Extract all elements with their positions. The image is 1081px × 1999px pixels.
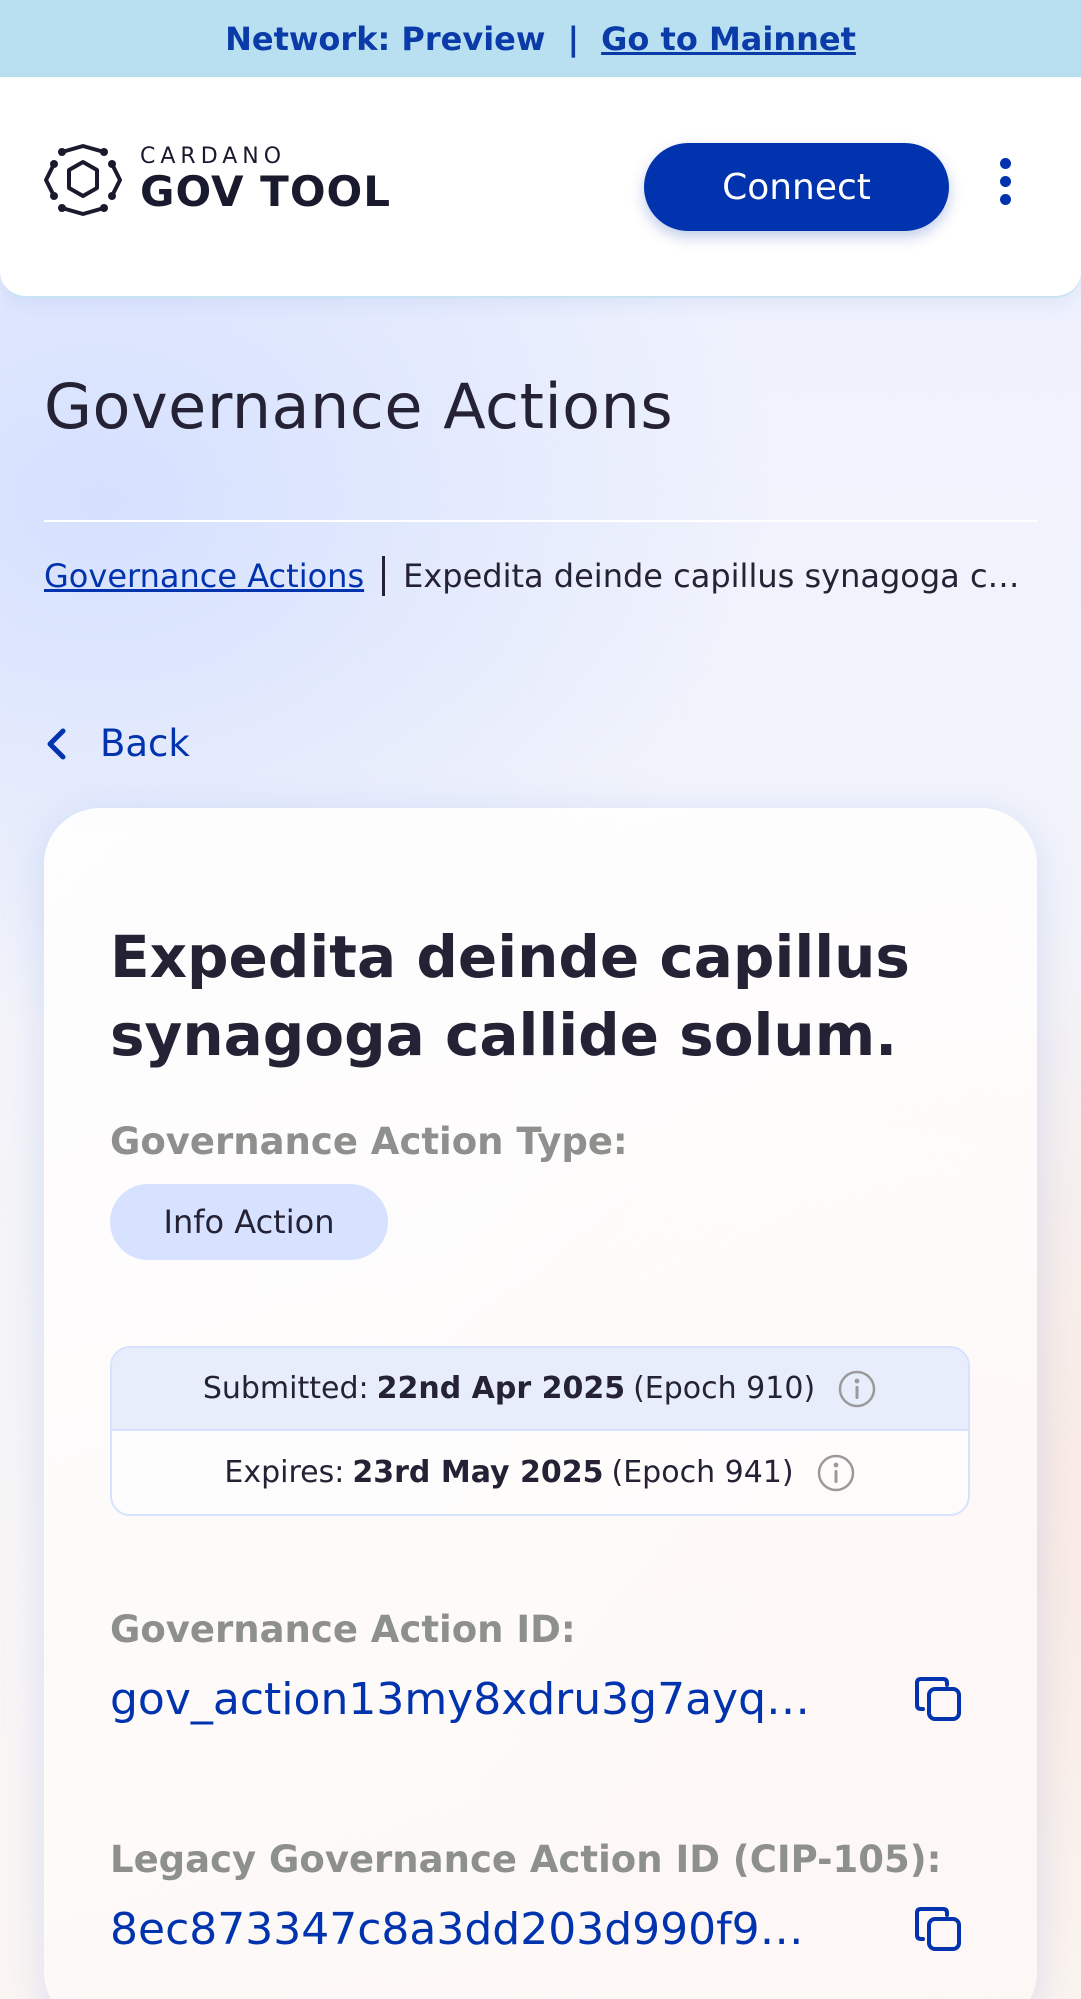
- logo-text: CARDANO GOV TOOL: [140, 145, 391, 215]
- breadcrumb: Governance Actions Expedita deinde capil…: [44, 556, 1034, 596]
- chevron-left-icon: [47, 728, 66, 759]
- action-type-pill: Info Action: [110, 1184, 388, 1260]
- page-divider: [44, 520, 1037, 522]
- network-label: Network: Preview: [225, 19, 546, 58]
- banner-separator: |: [567, 19, 580, 58]
- legacy-action-id-value[interactable]: 8ec873347c8a3dd203d990f98ad0...: [110, 1904, 830, 1955]
- action-type-label: Governance Action Type:: [110, 1120, 628, 1163]
- legacy-action-id-label: Legacy Governance Action ID (CIP-105):: [110, 1838, 942, 1881]
- cardano-gov-tool-logo[interactable]: CARDANO GOV TOOL: [42, 144, 391, 216]
- action-id-value[interactable]: gov_action13my8xdru3g7ayq7ejru...: [110, 1674, 830, 1725]
- connect-wallet-button[interactable]: Connect: [644, 143, 949, 231]
- breadcrumb-separator: [382, 556, 386, 596]
- submitted-date: 22nd Apr 2025: [376, 1371, 626, 1406]
- expires-label: Expires:: [224, 1455, 345, 1490]
- back-button[interactable]: Back: [44, 722, 190, 765]
- more-vertical-icon[interactable]: [990, 158, 1020, 214]
- expires-epoch: (Epoch 941): [611, 1455, 794, 1490]
- network-banner: Network: Preview | Go to Mainnet: [0, 0, 1081, 77]
- breadcrumb-current: Expedita deinde capillus synagoga callid…: [403, 557, 1034, 595]
- submitted-label: Submitted:: [202, 1371, 369, 1406]
- app-header: CARDANO GOV TOOL Connect: [0, 77, 1081, 298]
- governance-action-card: Expedita deinde capillus synagoga callid…: [44, 808, 1037, 1999]
- action-id-label: Governance Action ID:: [110, 1608, 576, 1651]
- action-dates-box: Submitted: 22nd Apr 2025 (Epoch 910) Exp…: [110, 1346, 970, 1516]
- logo-gov-tool-text: GOV TOOL: [140, 167, 391, 216]
- logo-cardano-text: CARDANO: [140, 144, 287, 169]
- submitted-row: Submitted: 22nd Apr 2025 (Epoch 910): [112, 1348, 968, 1431]
- page-title: Governance Actions: [44, 370, 674, 443]
- submitted-epoch: (Epoch 910): [633, 1371, 816, 1406]
- copy-icon[interactable]: [912, 1902, 966, 1956]
- governance-action-title: Expedita deinde capillus synagoga callid…: [110, 923, 910, 1069]
- info-icon[interactable]: [837, 1369, 877, 1409]
- breadcrumb-governance-actions-link[interactable]: Governance Actions: [44, 557, 364, 595]
- back-label: Back: [100, 722, 190, 765]
- info-icon[interactable]: [816, 1453, 856, 1493]
- go-to-mainnet-link[interactable]: Go to Mainnet: [601, 20, 856, 58]
- cardano-hexagon-logo-icon: [44, 144, 122, 216]
- expires-date: 23rd May 2025: [352, 1455, 604, 1490]
- expires-row: Expires: 23rd May 2025 (Epoch 941): [112, 1431, 968, 1514]
- copy-icon[interactable]: [912, 1672, 966, 1726]
